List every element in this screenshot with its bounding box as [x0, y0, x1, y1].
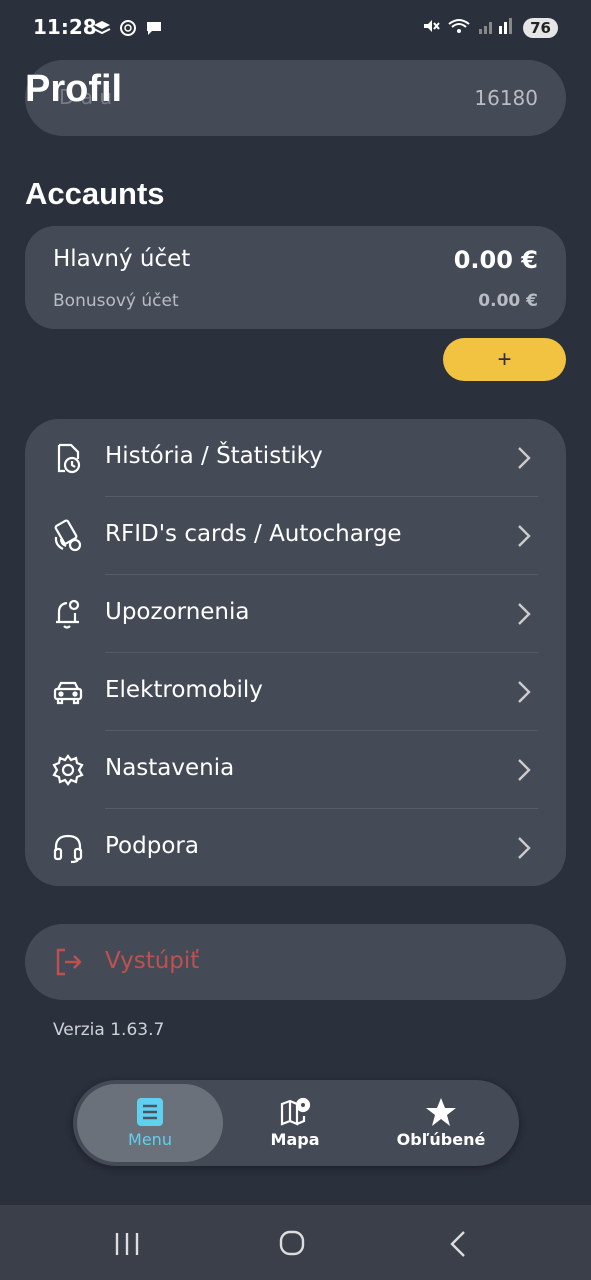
menu-item-label: RFID's cards / Autocharge: [105, 521, 402, 547]
notification-icons: [92, 18, 164, 38]
logout-label: Vystúpiť: [105, 948, 200, 974]
battery-indicator: 76: [523, 18, 558, 38]
stack-app-icon: [92, 18, 112, 38]
menu-item-label: Nastavenia: [105, 755, 235, 781]
nav-label-menu: Menu: [128, 1130, 172, 1149]
nav-tab-favorites[interactable]: Obľúbené: [369, 1080, 513, 1166]
menu-item-label: História / Štatistiky: [105, 443, 323, 469]
chat-bubble-icon: [144, 18, 164, 38]
back-icon[interactable]: [438, 1227, 478, 1261]
status-bar: 11:28 76: [0, 0, 591, 58]
history-icon: [51, 441, 85, 475]
menu-item-notifications[interactable]: Upozornenia: [25, 575, 566, 653]
menu-item-rfid-cards[interactable]: RFID's cards / Autocharge: [25, 497, 566, 575]
main-account-balance: 0.00 €: [453, 246, 538, 274]
star-icon: [425, 1096, 457, 1128]
rfid-card-icon: [51, 519, 85, 553]
gear-icon: [51, 753, 85, 787]
chevron-right-icon: [516, 757, 532, 783]
menu-item-label: Upozornenia: [105, 599, 250, 625]
menu-item-settings[interactable]: Nastavenia: [25, 731, 566, 809]
menu-item-label: Elektromobily: [105, 677, 263, 703]
page-title: Profil: [25, 68, 123, 110]
chevron-right-icon: [516, 523, 532, 549]
map-pin-icon: [279, 1096, 311, 1128]
menu-list-icon: [134, 1096, 166, 1128]
chevron-right-icon: [516, 835, 532, 861]
account-card[interactable]: Hlavný účet 0.00 € Bonusový účet 0.00 €: [25, 226, 566, 329]
headset-icon: [51, 831, 85, 865]
logout-icon: [53, 946, 85, 978]
bonus-account-balance: 0.00 €: [478, 291, 538, 311]
profile-screen: 11:28 76 D a u 16180 Profil Accaunts Hla…: [0, 0, 591, 1280]
nav-label-map: Mapa: [270, 1130, 320, 1149]
nav-label-favorites: Obľúbené: [396, 1130, 486, 1149]
profile-id: 16180: [474, 86, 538, 110]
recent-apps-icon[interactable]: [107, 1227, 147, 1261]
home-icon[interactable]: [272, 1227, 312, 1261]
chevron-right-icon: [516, 601, 532, 627]
menu-item-support[interactable]: Podpora: [25, 809, 566, 886]
main-account-label: Hlavný účet: [53, 246, 191, 272]
bonus-account-label: Bonusový účet: [53, 291, 179, 311]
bell-icon: [51, 597, 85, 631]
menu-item-label: Podpora: [105, 833, 199, 859]
status-time: 11:28: [33, 15, 97, 39]
nav-tab-menu[interactable]: Menu: [77, 1080, 223, 1166]
menu-item-history[interactable]: História / Štatistiky: [25, 419, 566, 497]
openai-app-icon: [118, 18, 138, 38]
car-icon: [51, 675, 85, 709]
mute-icon: [421, 16, 441, 40]
signal-icon: [477, 16, 517, 40]
bottom-navigation: Menu Mapa Obľúbené: [73, 1080, 519, 1166]
accounts-title: Accaunts: [25, 176, 165, 211]
chevron-right-icon: [516, 679, 532, 705]
wifi-icon: [447, 16, 471, 40]
logout-button[interactable]: Vystúpiť: [25, 924, 566, 1000]
add-funds-button[interactable]: +: [443, 338, 566, 381]
menu-item-electric-cars[interactable]: Elektromobily: [25, 653, 566, 731]
menu-list: História / Štatistiky RFID's cards / Aut…: [25, 419, 566, 886]
chevron-right-icon: [516, 445, 532, 471]
status-right: 76: [421, 16, 558, 40]
system-navigation-bar: [0, 1205, 591, 1280]
nav-tab-map[interactable]: Mapa: [233, 1080, 357, 1166]
app-version: Verzia 1.63.7: [53, 1020, 165, 1040]
